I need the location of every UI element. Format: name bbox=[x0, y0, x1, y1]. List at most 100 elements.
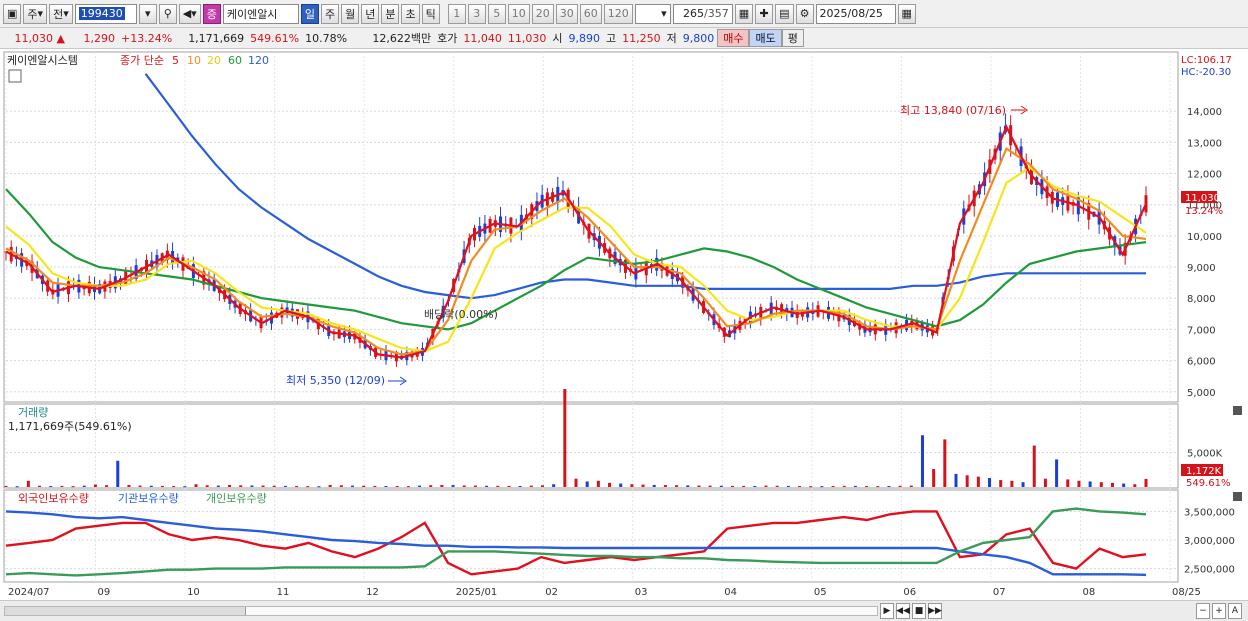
stop-icon[interactable]: ■ bbox=[912, 603, 926, 619]
ma60-label: 60 bbox=[228, 54, 242, 67]
volume-bar bbox=[451, 485, 455, 487]
volume-bar bbox=[842, 485, 846, 487]
volume-bar bbox=[127, 484, 131, 487]
volume-bar bbox=[988, 478, 992, 487]
grid-icon[interactable]: ▦ bbox=[734, 3, 754, 24]
prev-button[interactable]: 전 ▾ bbox=[49, 3, 73, 24]
interval-30[interactable]: 30 bbox=[555, 3, 578, 24]
period-second[interactable]: 초 bbox=[401, 3, 420, 24]
low-price: 9,800 bbox=[682, 31, 715, 45]
zoom-in-icon[interactable]: + bbox=[1212, 603, 1226, 619]
volume-bar bbox=[429, 485, 433, 487]
stock-badge: 증 bbox=[202, 3, 221, 24]
interval-60[interactable]: 60 bbox=[579, 3, 602, 24]
sell-button[interactable]: 매도 bbox=[749, 29, 782, 47]
ma10-label: 10 bbox=[187, 54, 201, 67]
period-year[interactable]: 년 bbox=[361, 3, 380, 24]
volume-bar bbox=[831, 485, 835, 487]
layout-icon[interactable]: ▣ bbox=[3, 3, 22, 24]
volume-bar bbox=[641, 484, 645, 487]
volume-bar bbox=[71, 486, 75, 488]
count-input[interactable]: 265/357 bbox=[672, 3, 733, 24]
volume-bar bbox=[473, 485, 477, 487]
interval-1[interactable]: 1 bbox=[447, 3, 466, 24]
search-icon[interactable]: ⚲ bbox=[158, 3, 177, 24]
interval-10[interactable]: 10 bbox=[507, 3, 530, 24]
period-tick[interactable]: 틱 bbox=[421, 3, 440, 24]
eval-button[interactable]: 평 bbox=[781, 29, 804, 47]
price-tick-label: 10,000 bbox=[1187, 232, 1222, 243]
volume-bar bbox=[585, 481, 589, 487]
foreign-holding-legend: 외국인보유수량 bbox=[18, 492, 89, 505]
fast-forward-icon[interactable]: ▶▶ bbox=[928, 603, 942, 619]
price-tick-label: 12,000 bbox=[1187, 170, 1222, 181]
volume-panel-close-icon[interactable] bbox=[1233, 406, 1242, 415]
open-label: 시 bbox=[552, 32, 563, 45]
volume-bar bbox=[328, 484, 332, 487]
x-tick-label: 06 bbox=[903, 587, 916, 598]
lc-label: LC:106.17 bbox=[1181, 55, 1232, 66]
x-tick-label: 02 bbox=[545, 587, 558, 598]
interval-120[interactable]: 120 bbox=[603, 3, 633, 24]
x-tick-label: 09 bbox=[98, 587, 111, 598]
volume-panel-frame bbox=[3, 403, 1179, 489]
holding-panel-close-icon[interactable] bbox=[1233, 492, 1242, 501]
x-tick-label: 2024/07 bbox=[8, 587, 50, 598]
scroll-track[interactable] bbox=[4, 606, 878, 616]
volume-bar bbox=[1099, 482, 1103, 487]
volume-bar bbox=[26, 480, 30, 487]
interval-3[interactable]: 3 bbox=[467, 3, 486, 24]
volume-bar bbox=[339, 485, 343, 487]
interval-20[interactable]: 20 bbox=[531, 3, 554, 24]
period-day[interactable]: 일 bbox=[300, 3, 319, 24]
volume-bar bbox=[60, 485, 64, 487]
date-input[interactable]: 2025/08/25 bbox=[815, 3, 896, 24]
stock-code-input[interactable]: 199430 bbox=[74, 3, 137, 24]
calendar-icon[interactable]: ▦ bbox=[897, 3, 916, 24]
volume-bar bbox=[574, 478, 578, 487]
text-tool-icon[interactable]: A bbox=[1228, 603, 1242, 619]
code-dropdown-icon[interactable]: ▾ bbox=[138, 3, 157, 24]
x-tick-label: 07 bbox=[993, 587, 1006, 598]
volume-bar bbox=[708, 485, 712, 487]
period-week[interactable]: 주 bbox=[320, 3, 340, 24]
volume-bar bbox=[205, 485, 209, 487]
interval-5[interactable]: 5 bbox=[487, 3, 506, 24]
chart-area[interactable]: 5,0006,0007,0008,0009,00010,00011,00012,… bbox=[0, 50, 1248, 600]
period-minute[interactable]: 분 bbox=[381, 3, 400, 24]
volume-bar bbox=[932, 469, 936, 487]
volume-bar bbox=[1122, 483, 1126, 487]
volume-bar bbox=[216, 485, 220, 487]
trade-amount: 12,622백만 bbox=[372, 32, 432, 45]
save-icon[interactable]: ▤ bbox=[775, 3, 794, 24]
volume-bar bbox=[82, 485, 86, 487]
price-tick-label: 8,000 bbox=[1187, 294, 1216, 305]
buy-button[interactable]: 매수 bbox=[717, 29, 750, 47]
volume-bar bbox=[93, 484, 97, 487]
rewind-icon[interactable]: ◀◀ bbox=[896, 603, 910, 619]
price-tick-label: 5,000 bbox=[1187, 388, 1216, 399]
turnover-rate: 10.78% bbox=[305, 31, 348, 45]
volume-bar bbox=[362, 485, 366, 487]
period-month[interactable]: 월 bbox=[341, 3, 360, 24]
speaker-icon[interactable]: ◀▾ bbox=[178, 3, 201, 24]
holding-tick-label: 2,500,000 bbox=[1184, 565, 1235, 576]
volume-bar bbox=[485, 485, 489, 487]
table-toggle-icon[interactable] bbox=[8, 69, 22, 83]
scroll-thumb[interactable] bbox=[245, 607, 877, 615]
scroll-right-icon[interactable]: ▶ bbox=[880, 603, 894, 619]
gear-icon[interactable]: ⚙ bbox=[795, 3, 814, 24]
volume-tick-label: 5,000K bbox=[1187, 449, 1223, 460]
volume-bar bbox=[306, 486, 310, 488]
vol-pct-tag: 549.61% bbox=[1186, 478, 1231, 489]
volume-bar bbox=[675, 485, 679, 487]
scroll-area[interactable]: ▶ ◀◀ ■ ▶▶ − + A bbox=[0, 600, 1248, 621]
volume-bar bbox=[909, 485, 913, 487]
volume-bar bbox=[697, 485, 701, 487]
volume-bar bbox=[809, 486, 813, 488]
zoom-out-icon[interactable]: − bbox=[1196, 603, 1210, 619]
cross-icon[interactable]: ✚ bbox=[755, 3, 774, 24]
interval-select[interactable]: ▾ bbox=[634, 3, 671, 24]
volume-bar bbox=[853, 485, 857, 487]
market-select[interactable]: 주 ▾ bbox=[23, 3, 48, 24]
